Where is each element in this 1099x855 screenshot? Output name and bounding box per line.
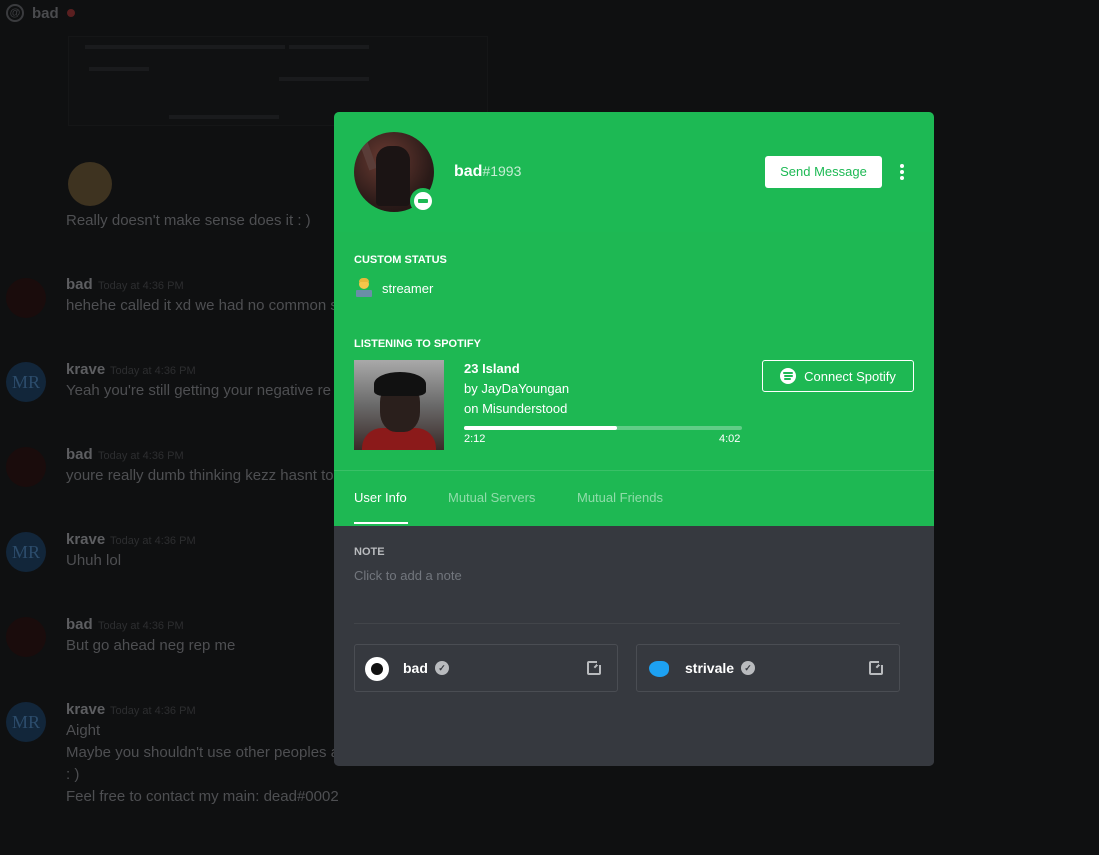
- channel-header: @ bad: [6, 4, 75, 22]
- active-tab-indicator: [354, 522, 408, 524]
- message-timestamp: Today at 4:36 PM: [98, 280, 184, 292]
- track-progress-fill: [464, 426, 617, 430]
- connect-spotify-button[interactable]: Connect Spotify: [762, 360, 914, 392]
- message-author[interactable]: bad: [66, 276, 93, 293]
- connected-account-twitter[interactable]: strivale ✓: [636, 644, 900, 692]
- message-text: Maybe you shouldn't use other peoples a: [66, 744, 340, 761]
- message-text: Uhuh lol: [66, 552, 122, 569]
- dnd-status-icon: [410, 188, 436, 214]
- more-options-icon[interactable]: [896, 162, 908, 182]
- message-author[interactable]: bad: [66, 446, 93, 463]
- avatar[interactable]: [6, 447, 46, 487]
- steam-icon: [365, 657, 389, 681]
- avatar[interactable]: [6, 617, 46, 657]
- external-link-icon[interactable]: [587, 659, 603, 675]
- tab-mutual-servers[interactable]: Mutual Servers: [448, 490, 535, 505]
- message-text: Aight: [66, 722, 101, 739]
- account-name: strivale: [685, 660, 735, 676]
- message-author[interactable]: krave: [66, 701, 105, 718]
- custom-status-label: CUSTOM STATUS: [354, 254, 447, 266]
- message-timestamp: Today at 4:36 PM: [98, 620, 184, 632]
- connected-account-steam[interactable]: bad ✓: [354, 644, 618, 692]
- account-name: bad: [403, 660, 428, 676]
- technologist-emoji-icon: [354, 278, 374, 298]
- profile-username: bad#1993: [454, 163, 521, 181]
- avatar[interactable]: MR: [6, 702, 46, 742]
- track-progress-bar: [464, 426, 742, 430]
- connect-spotify-label: Connect Spotify: [804, 368, 896, 384]
- dnd-status-icon: [66, 9, 75, 17]
- track-artist[interactable]: by JayDaYoungan: [464, 381, 569, 396]
- album-art[interactable]: [354, 360, 444, 450]
- message-timestamp: Today at 4:36 PM: [110, 365, 196, 377]
- track-duration: 4:02: [719, 433, 741, 445]
- discriminator: #1993: [482, 163, 522, 179]
- note-input[interactable]: Click to add a note: [354, 568, 462, 583]
- track-title[interactable]: 23 Island: [464, 361, 520, 376]
- message-text: Feel free to contact my main: dead#0002: [66, 788, 339, 805]
- message-author[interactable]: bad: [66, 616, 93, 633]
- verified-icon: ✓: [741, 661, 755, 675]
- thinking-emoji: [68, 162, 112, 206]
- track-album[interactable]: on Misunderstood: [464, 401, 567, 416]
- tab-mutual-friends[interactable]: Mutual Friends: [577, 490, 663, 505]
- message-text: hehehe called it xd we had no common s: [66, 297, 338, 314]
- custom-status-text: streamer: [382, 280, 434, 296]
- message-text: Yeah you're still getting your negative …: [66, 382, 331, 399]
- send-message-button[interactable]: Send Message: [765, 156, 882, 188]
- channel-name: bad: [32, 4, 59, 22]
- listening-label: LISTENING TO SPOTIFY: [354, 338, 481, 350]
- message-text: But go ahead neg rep me: [66, 637, 236, 654]
- divider: [334, 470, 934, 471]
- username-text: bad: [454, 163, 483, 180]
- avatar[interactable]: MR: [6, 532, 46, 572]
- avatar[interactable]: MR: [6, 362, 46, 402]
- message-text: youre really dumb thinking kezz hasnt to: [66, 467, 334, 484]
- at-icon: @: [6, 4, 24, 22]
- message-author[interactable]: krave: [66, 361, 105, 378]
- message-text: Really doesn't make sense does it : ): [66, 212, 311, 229]
- message-timestamp: Today at 4:36 PM: [110, 705, 196, 717]
- message-timestamp: Today at 4:36 PM: [98, 450, 184, 462]
- message-text: : ): [66, 766, 80, 783]
- elapsed-time: 2:12: [464, 433, 486, 445]
- user-profile-modal: bad#1993 Send Message CUSTOM STATUS stre…: [334, 112, 934, 766]
- avatar[interactable]: [6, 278, 46, 318]
- verified-icon: ✓: [435, 661, 449, 675]
- message-author[interactable]: krave: [66, 531, 105, 548]
- tab-user-info[interactable]: User Info: [354, 490, 407, 505]
- custom-status: streamer: [354, 278, 433, 298]
- message-timestamp: Today at 4:36 PM: [110, 535, 196, 547]
- twitter-icon: [647, 657, 671, 681]
- divider: [354, 623, 900, 624]
- note-label: NOTE: [354, 546, 385, 558]
- spotify-icon: [780, 368, 797, 384]
- external-link-icon[interactable]: [869, 659, 885, 675]
